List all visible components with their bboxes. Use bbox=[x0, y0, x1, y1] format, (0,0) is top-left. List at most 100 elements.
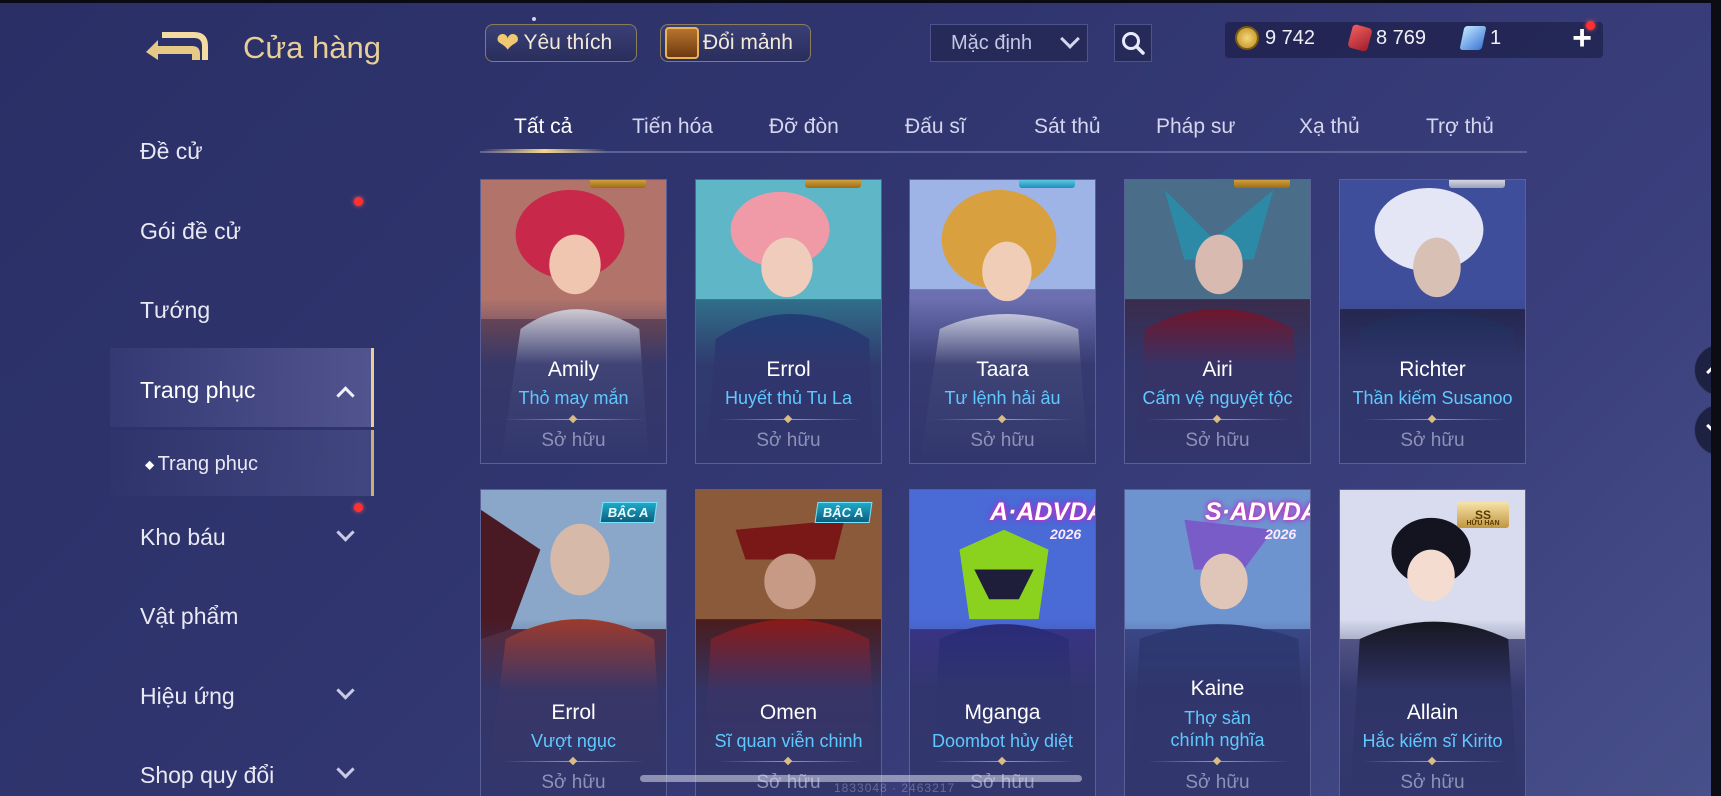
tab-mage[interactable]: Pháp sư bbox=[1156, 115, 1235, 139]
skin-card[interactable]: BẬC A Omen Sĩ quan viễn chinh Sở hữu bbox=[695, 489, 882, 796]
favorites-button[interactable]: ❤ Yêu thích bbox=[485, 24, 637, 62]
sidebar-item-items[interactable]: Vật phẩm bbox=[140, 603, 238, 630]
page-title: Cửa hàng bbox=[243, 30, 381, 65]
skin-card[interactable]: A·ADVDAY 2026 Mganga Doombot hủy diệt Sở… bbox=[909, 489, 1096, 796]
search-button[interactable] bbox=[1114, 24, 1152, 62]
hero-name: Amily bbox=[547, 358, 600, 381]
sidebar-item-skins[interactable]: Trang phục bbox=[140, 377, 256, 404]
skin-card[interactable]: S·ADVDAY 2026 Kaine Thợ săn chính nghĩa … bbox=[1124, 489, 1311, 796]
notification-dot bbox=[354, 197, 363, 206]
event-badge: A·ADVDAY bbox=[990, 498, 1095, 526]
gold-amount: 9 742 bbox=[1265, 26, 1316, 49]
owned-status: Sở hữu bbox=[1185, 430, 1250, 451]
rarity-tag bbox=[590, 180, 646, 188]
owned-status: Sở hữu bbox=[541, 430, 606, 451]
rarity-tag bbox=[1449, 180, 1505, 188]
sidebar-item-recommended[interactable]: Đề cử bbox=[140, 138, 203, 165]
crystal-balance: 1 bbox=[1459, 26, 1502, 50]
rarity-tag bbox=[1019, 180, 1075, 188]
skin-card[interactable]: Errol Huyết thủ Tu La Sở hữu bbox=[695, 179, 882, 464]
skin-name: Cấm vệ nguyệt tộc bbox=[1142, 388, 1293, 408]
rarity-tag bbox=[1234, 180, 1290, 188]
skin-card[interactable]: BẬC A Errol Vượt ngục Sở hữu bbox=[480, 489, 667, 796]
tab-fighter[interactable]: Đấu sĩ bbox=[905, 115, 966, 139]
gold-coin-icon bbox=[1235, 26, 1259, 50]
card-divider bbox=[503, 419, 646, 420]
tab-evolution[interactable]: Tiến hóa bbox=[632, 115, 713, 139]
owned-status: Sở hữu bbox=[541, 772, 606, 793]
owned-status: Sở hữu bbox=[1400, 430, 1465, 451]
sidebar-item-heroes[interactable]: Tướng bbox=[140, 297, 210, 324]
watermark-text: 1833048 · 2463217 bbox=[834, 781, 956, 795]
store-screen: Cửa hàng ❤ Yêu thích Đổi mảnh Mặc định 9… bbox=[0, 0, 1721, 796]
notification-dot bbox=[1586, 21, 1595, 30]
owned-status: Sở hữu bbox=[1185, 772, 1250, 793]
hero-name: Omen bbox=[759, 701, 818, 724]
heart-icon: ❤ bbox=[496, 27, 520, 58]
tab-tank[interactable]: Đỡ đòn bbox=[769, 115, 839, 139]
skin-name: Thợ săn chính nghĩa bbox=[1170, 708, 1265, 750]
tab-support[interactable]: Trợ thủ bbox=[1426, 115, 1494, 139]
skin-card[interactable]: Taara Tư lệnh hải âu Sở hữu bbox=[909, 179, 1096, 464]
skin-card[interactable]: Richter Thần kiếm Susanoo Sở hữu bbox=[1339, 179, 1526, 464]
event-badge-year: 2026 bbox=[1265, 526, 1297, 542]
sparkle-icon bbox=[532, 17, 536, 21]
tier-badge: BẬC A bbox=[599, 502, 658, 523]
tab-all[interactable]: Tất cả bbox=[514, 115, 572, 139]
skin-name: Vượt ngục bbox=[531, 731, 616, 751]
tab-assassin[interactable]: Sát thủ bbox=[1034, 115, 1101, 139]
shard-exchange-label: Đổi mảnh bbox=[703, 31, 793, 54]
ss-rank-sub: HỮU HẠN bbox=[1466, 520, 1500, 527]
hero-name: Errol bbox=[766, 358, 811, 381]
skin-card[interactable]: Amily Thỏ may mắn Sở hữu bbox=[480, 179, 667, 464]
sidebar-item-treasure[interactable]: Kho báu bbox=[140, 524, 226, 551]
card-divider bbox=[718, 419, 861, 420]
skin-name: Sĩ quan viễn chinh bbox=[714, 731, 863, 751]
owned-status: Sở hữu bbox=[756, 430, 821, 451]
skin-card[interactable]: Airi Cấm vệ nguyệt tộc Sở hữu bbox=[1124, 179, 1311, 464]
search-icon bbox=[1122, 32, 1145, 55]
card-divider bbox=[503, 761, 646, 762]
chevron-down-icon bbox=[336, 681, 355, 700]
shard-exchange-button[interactable]: Đổi mảnh bbox=[660, 24, 811, 62]
rarity-tag bbox=[805, 180, 861, 188]
tab-marksman[interactable]: Xạ thủ bbox=[1299, 115, 1360, 139]
voucher-gem-icon bbox=[1347, 23, 1373, 53]
sidebar-item-effects[interactable]: Hiệu ứng bbox=[140, 683, 235, 710]
crystal-icon bbox=[1459, 26, 1487, 50]
tabs-divider bbox=[480, 151, 1527, 153]
gold-balance: 9 742 bbox=[1235, 26, 1315, 50]
hero-name: Richter bbox=[1399, 358, 1466, 381]
sidebar-item-exchange-shop[interactable]: Shop quy đổi bbox=[140, 762, 274, 789]
chevron-down-icon bbox=[1060, 29, 1080, 49]
chevron-down-icon bbox=[336, 760, 355, 779]
hero-name: Errol bbox=[551, 701, 596, 724]
sidebar-subitem-skins[interactable]: ◆ Trang phục bbox=[145, 453, 258, 476]
sort-dropdown[interactable]: Mặc định bbox=[930, 24, 1088, 62]
sidebar-subitem-label: Trang phục bbox=[157, 453, 258, 475]
card-divider bbox=[718, 761, 861, 762]
crystal-amount: 1 bbox=[1490, 26, 1502, 49]
voucher-amount: 8 769 bbox=[1376, 26, 1427, 49]
notification-dot bbox=[354, 503, 363, 512]
skin-name: Huyết thủ Tu La bbox=[724, 388, 853, 408]
skin-card[interactable]: SS HỮU HẠN Allain Hắc kiếm sĩ Kirito Sở … bbox=[1339, 489, 1526, 796]
treasure-chest-icon bbox=[665, 27, 699, 59]
hero-name: Airi bbox=[1202, 358, 1233, 381]
card-divider bbox=[1362, 761, 1505, 762]
card-divider bbox=[1147, 419, 1290, 420]
hero-name: Kaine bbox=[1190, 677, 1245, 700]
card-divider bbox=[932, 761, 1075, 762]
chevron-down-icon bbox=[336, 523, 355, 542]
skin-name: Tư lệnh hải âu bbox=[944, 388, 1061, 408]
screen-edge bbox=[1711, 0, 1721, 796]
sidebar-item-recommended-packs[interactable]: Gói đề cử bbox=[140, 218, 241, 245]
owned-status: Sở hữu bbox=[1400, 772, 1465, 793]
event-badge: S·ADVDAY bbox=[1205, 498, 1310, 526]
event-badge-year: 2026 bbox=[1050, 526, 1082, 542]
card-divider bbox=[932, 419, 1075, 420]
active-tab-indicator bbox=[482, 149, 607, 153]
hero-name: Mganga bbox=[964, 701, 1041, 724]
owned-status: Sở hữu bbox=[970, 430, 1035, 451]
back-arrow-icon[interactable] bbox=[140, 26, 212, 66]
